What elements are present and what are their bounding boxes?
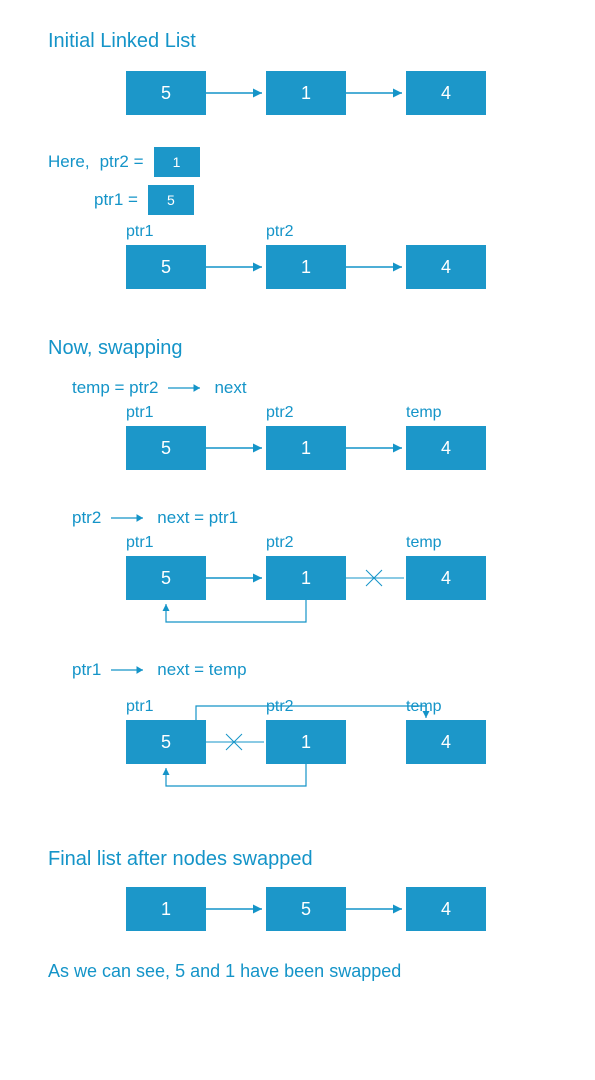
node-final-0: 1: [126, 887, 206, 931]
node-initial-1: 1: [266, 71, 346, 115]
here-ptr2-label: ptr2 =: [100, 152, 144, 172]
label-ptr1-b: ptr1: [126, 404, 154, 422]
label-ptr2-a: ptr2: [266, 223, 294, 241]
heading-swapping: Now, swapping: [48, 337, 555, 360]
expr-step3: ptr1 next = temp: [72, 660, 555, 680]
row-initial: 5 1 4: [126, 71, 555, 127]
here-prefix: Here,: [48, 152, 90, 172]
node-s2-2: 4: [406, 556, 486, 600]
expr-step2-mid: next = ptr1: [157, 508, 238, 528]
heading-initial: Initial Linked List: [48, 30, 555, 53]
node-final-1: 5: [266, 887, 346, 931]
label-ptr1-c: ptr1: [126, 534, 154, 552]
node-s2-1: 1: [266, 556, 346, 600]
arrow-icon: [166, 382, 206, 394]
node-s1-2: 4: [406, 426, 486, 470]
label-ptr2-c: ptr2: [266, 534, 294, 552]
node-initial-0: 5: [126, 71, 206, 115]
here-ptr1: ptr1 = 5: [94, 185, 555, 215]
expr-step3-lhs: ptr1: [72, 660, 101, 680]
arrow-icon: [109, 512, 149, 524]
row-step3: ptr1 ptr2 temp 5 1 4: [126, 720, 555, 820]
here-ptr1-val: 5: [148, 185, 194, 215]
node-s2-0: 5: [126, 556, 206, 600]
row-final: 1 5 4: [126, 887, 555, 943]
row-labeled: ptr1 ptr2 5 1 4: [126, 245, 555, 303]
label-ptr1-d: ptr1: [126, 698, 154, 716]
row-step1: ptr1 ptr2 temp 5 1 4: [126, 426, 555, 482]
arrow-icon: [109, 664, 149, 676]
row-step2: ptr1 ptr2 temp 5 1 4: [126, 556, 555, 644]
node-s3-0: 5: [126, 720, 206, 764]
node-lbl-0: 5: [126, 245, 206, 289]
here-ptr1-label: ptr1 =: [94, 190, 138, 210]
node-lbl-2: 4: [406, 245, 486, 289]
node-s1-1: 1: [266, 426, 346, 470]
node-initial-2: 4: [406, 71, 486, 115]
heading-final: Final list after nodes swapped: [48, 848, 555, 871]
label-ptr2-d: ptr2: [266, 698, 294, 716]
node-lbl-1: 1: [266, 245, 346, 289]
here-ptr2-val: 1: [154, 147, 200, 177]
label-ptr2-b: ptr2: [266, 404, 294, 422]
node-s3-2: 4: [406, 720, 486, 764]
node-s3-1: 1: [266, 720, 346, 764]
label-temp-b: temp: [406, 404, 442, 422]
label-temp-d: temp: [406, 698, 442, 716]
expr-step2-lhs: ptr2: [72, 508, 101, 528]
expr-step1-rhs: next: [214, 378, 246, 398]
expr-step3-mid: next = temp: [157, 660, 246, 680]
expr-step1: temp = ptr2 next: [72, 378, 555, 398]
expr-step2: ptr2 next = ptr1: [72, 508, 555, 528]
node-final-2: 4: [406, 887, 486, 931]
final-message: As we can see, 5 and 1 have been swapped: [48, 961, 555, 982]
here-ptr2: Here, ptr2 = 1: [48, 147, 555, 177]
label-ptr1-a: ptr1: [126, 223, 154, 241]
node-s1-0: 5: [126, 426, 206, 470]
label-temp-c: temp: [406, 534, 442, 552]
expr-step1-lhs: temp = ptr2: [72, 378, 158, 398]
